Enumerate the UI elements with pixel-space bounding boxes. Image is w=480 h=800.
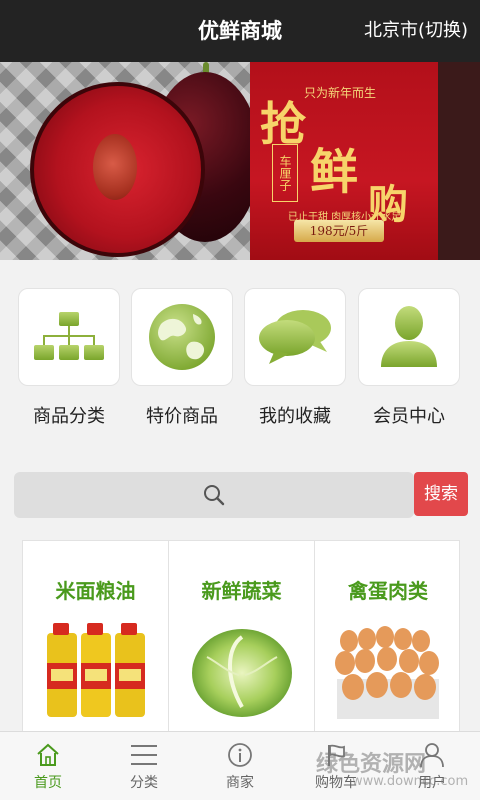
- search-icon: [204, 485, 225, 506]
- grid-item-label: 特价商品: [146, 406, 218, 427]
- banner-background-right: [436, 62, 480, 260]
- globe-icon: [149, 304, 215, 370]
- grid-icon-box: [244, 288, 346, 386]
- tab-label: 分类: [130, 775, 158, 791]
- eggs-image: [335, 626, 439, 719]
- promo-headline-char-2: 鲜: [310, 144, 359, 200]
- grid-item-label: 会员中心: [373, 406, 445, 427]
- card-title: 新鲜蔬菜: [201, 579, 282, 603]
- info-icon: [228, 743, 252, 767]
- grid-item-member-center[interactable]: 会员中心: [358, 288, 460, 434]
- category-cards: 米面粮油 新鲜蔬菜 禽蛋肉类: [22, 540, 461, 736]
- tab-home[interactable]: 首页: [0, 732, 96, 800]
- city-switch[interactable]: 北京市(切换): [364, 0, 468, 62]
- grid-item-specials[interactable]: 特价商品: [131, 288, 233, 434]
- card-vegetables[interactable]: 新鲜蔬菜: [169, 541, 315, 736]
- grid-item-favorites[interactable]: 我的收藏: [244, 288, 346, 434]
- sitemap-icon: [34, 312, 104, 360]
- menu-icon: [131, 745, 157, 765]
- user-icon: [381, 306, 437, 367]
- grid-icon-box: [131, 288, 233, 386]
- promo-small-text: 只为新年而生: [304, 86, 377, 100]
- grid-item-label: 商品分类: [33, 406, 105, 427]
- card-title: 禽蛋肉类: [348, 579, 428, 603]
- promo-panel: 只为新年而生 抢 鲜 购 车厘子 已止于甜 肉厚核小汁水足 198元/5斤: [250, 62, 438, 260]
- watermark-url: www.downcc.com: [352, 774, 469, 789]
- grid-icon-box: [358, 288, 460, 386]
- card-poultry-eggs-meat[interactable]: 禽蛋肉类: [315, 541, 461, 736]
- oil-bottles-image: [47, 623, 145, 717]
- tab-categories[interactable]: 分类: [96, 732, 192, 800]
- chat-bubbles-icon: [259, 310, 331, 364]
- promo-tag: 车厘子: [272, 144, 298, 202]
- home-icon: [37, 743, 59, 766]
- search-button[interactable]: 搜索: [414, 472, 468, 516]
- grid-item-label: 我的收藏: [259, 406, 331, 427]
- cherry-pit-image: [93, 134, 137, 200]
- app-header: 优鲜商城 北京市(切换): [0, 0, 480, 62]
- grid-item-category[interactable]: 商品分类: [18, 288, 120, 434]
- tab-label: 首页: [34, 775, 62, 791]
- search-input[interactable]: [14, 472, 414, 518]
- tab-label: 商家: [226, 775, 254, 791]
- grid-icon-box: [18, 288, 120, 386]
- quick-nav-grid: 商品分类 特价商品 我的收藏 会员中心: [0, 260, 480, 452]
- card-title: 米面粮油: [55, 579, 136, 603]
- tab-merchants[interactable]: 商家: [192, 732, 288, 800]
- card-grain-oil[interactable]: 米面粮油: [23, 541, 169, 736]
- promo-banner[interactable]: 只为新年而生 抢 鲜 购 车厘子 已止于甜 肉厚核小汁水足 198元/5斤: [0, 62, 480, 260]
- promo-price: 198元/5斤: [294, 220, 384, 242]
- lettuce-image: [192, 629, 292, 717]
